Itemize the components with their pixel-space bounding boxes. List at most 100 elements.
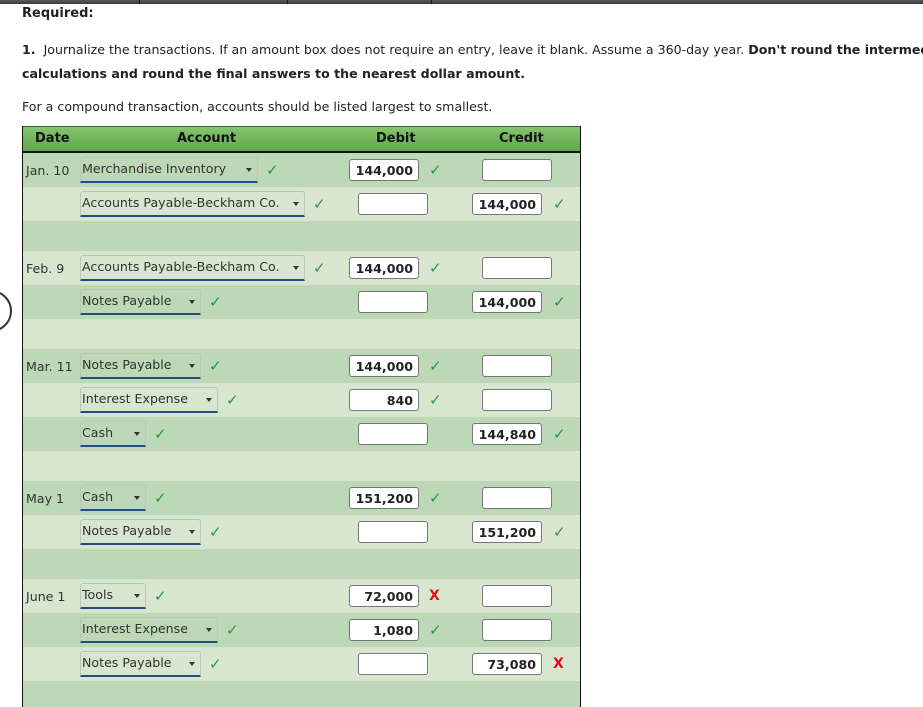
- debit-input[interactable]: 144,000: [349, 355, 419, 377]
- check-icon: ✓: [226, 621, 239, 639]
- check-icon: ✓: [429, 621, 442, 639]
- entry-date: Feb. 9: [26, 261, 65, 276]
- chevron-down-icon: [246, 168, 252, 172]
- credit-input[interactable]: 144,000: [472, 193, 542, 215]
- debit-input[interactable]: 1,080: [349, 619, 419, 641]
- debit-input[interactable]: 72,000: [349, 585, 419, 607]
- credit-input[interactable]: 144,840: [472, 423, 542, 445]
- check-icon: ✓: [553, 293, 566, 311]
- account-select[interactable]: Notes Payable: [80, 289, 201, 315]
- column-header-account: Account: [177, 131, 237, 146]
- check-icon: ✓: [429, 161, 442, 179]
- chevron-down-icon: [189, 364, 195, 368]
- column-header-debit: Debit: [376, 131, 416, 146]
- x-icon: X: [429, 588, 440, 604]
- account-select-value: Notes Payable: [82, 523, 172, 538]
- column-header-credit: Credit: [499, 131, 544, 146]
- check-icon: ✓: [154, 489, 167, 507]
- account-select[interactable]: Accounts Payable-Beckham Co.: [80, 255, 305, 281]
- check-icon: ✓: [313, 195, 326, 213]
- credit-input[interactable]: 151,200: [472, 521, 542, 543]
- account-select[interactable]: Accounts Payable-Beckham Co.: [80, 191, 305, 217]
- check-icon: ✓: [266, 161, 279, 179]
- debit-input[interactable]: [358, 423, 428, 445]
- table-row: Cash ✓ 144,840 ✓: [23, 417, 580, 451]
- check-icon: ✓: [209, 357, 222, 375]
- credit-input[interactable]: [482, 585, 552, 607]
- chevron-down-icon: [189, 662, 195, 666]
- tab-divider: [287, 0, 288, 4]
- credit-input[interactable]: [482, 487, 552, 509]
- table-row: Feb. 9 Accounts Payable-Beckham Co. ✓ 144,0…: [23, 251, 580, 285]
- chevron-down-icon: [293, 202, 299, 206]
- credit-input[interactable]: [482, 159, 552, 181]
- instruction-number: 1.: [22, 42, 36, 57]
- spacer-row: [23, 221, 580, 251]
- debit-input[interactable]: 144,000: [349, 257, 419, 279]
- debit-input[interactable]: 151,200: [349, 487, 419, 509]
- credit-input[interactable]: [482, 355, 552, 377]
- instruction-text: Journalize the transactions. If an amoun…: [43, 42, 745, 57]
- account-select-value: Interest Expense: [82, 391, 188, 406]
- chevron-down-icon: [189, 300, 195, 304]
- check-icon: ✓: [313, 259, 326, 277]
- chevron-down-icon: [134, 496, 140, 500]
- account-select-value: Merchandise Inventory: [82, 161, 227, 176]
- tab-divider: [139, 0, 140, 4]
- credit-input[interactable]: 144,000: [472, 291, 542, 313]
- chevron-down-icon: [206, 398, 212, 402]
- credit-input[interactable]: [482, 389, 552, 411]
- spacer-row: [23, 319, 580, 349]
- tab-divider: [431, 0, 432, 4]
- account-select[interactable]: Cash: [80, 485, 146, 511]
- check-icon: ✓: [154, 587, 167, 605]
- check-icon: ✓: [209, 293, 222, 311]
- spacer-row: [23, 681, 580, 707]
- debit-input[interactable]: [358, 653, 428, 675]
- chevron-down-icon: [189, 530, 195, 534]
- check-icon: ✓: [209, 655, 222, 673]
- table-row: Notes Payable ✓ 144,000 ✓: [23, 285, 580, 319]
- check-icon: ✓: [429, 489, 442, 507]
- spacer-row: [23, 549, 580, 579]
- check-icon: ✓: [226, 391, 239, 409]
- account-select[interactable]: Notes Payable: [80, 519, 201, 545]
- journal-table: Date Account Debit Credit Jan. 10 Merchan…: [22, 126, 581, 707]
- account-select[interactable]: Cash: [80, 421, 146, 447]
- account-select[interactable]: Interest Expense: [80, 387, 218, 413]
- entry-date: Mar. 11: [26, 359, 73, 374]
- credit-input[interactable]: 73,080: [472, 653, 542, 675]
- account-select[interactable]: Tools: [80, 583, 146, 609]
- credit-input[interactable]: [482, 619, 552, 641]
- account-select-value: Notes Payable: [82, 357, 172, 372]
- debit-input[interactable]: 840: [349, 389, 419, 411]
- check-icon: ✓: [553, 425, 566, 443]
- table-row: May 1 Cash ✓ 151,200 ✓: [23, 481, 580, 515]
- chevron-down-icon: [134, 594, 140, 598]
- circle-icon[interactable]: [0, 290, 12, 332]
- table-row: Interest Expense ✓ 1,080 ✓: [23, 613, 580, 647]
- account-select[interactable]: Merchandise Inventory: [80, 157, 258, 183]
- table-row: Interest Expense ✓ 840 ✓: [23, 383, 580, 417]
- column-header-date: Date: [35, 131, 70, 146]
- account-select-value: Notes Payable: [82, 655, 172, 670]
- check-icon: ✓: [429, 391, 442, 409]
- top-tab-bar: [0, 0, 923, 4]
- account-select[interactable]: Notes Payable: [80, 353, 201, 379]
- x-icon: X: [553, 656, 564, 672]
- account-select[interactable]: Interest Expense: [80, 617, 218, 643]
- credit-input[interactable]: [482, 257, 552, 279]
- debit-input[interactable]: [358, 193, 428, 215]
- entry-date: Jan. 10: [26, 163, 70, 178]
- spacer-row: [23, 451, 580, 481]
- account-select-value: Cash: [82, 425, 114, 440]
- debit-input[interactable]: [358, 521, 428, 543]
- account-select-value: Accounts Payable-Beckham Co.: [82, 195, 280, 210]
- compound-note: For a compound transaction, accounts sho…: [22, 99, 493, 114]
- debit-input[interactable]: [358, 291, 428, 313]
- account-select-value: Notes Payable: [82, 293, 172, 308]
- account-select-value: Interest Expense: [82, 621, 188, 636]
- check-icon: ✓: [553, 523, 566, 541]
- debit-input[interactable]: 144,000: [349, 159, 419, 181]
- account-select[interactable]: Notes Payable: [80, 651, 201, 677]
